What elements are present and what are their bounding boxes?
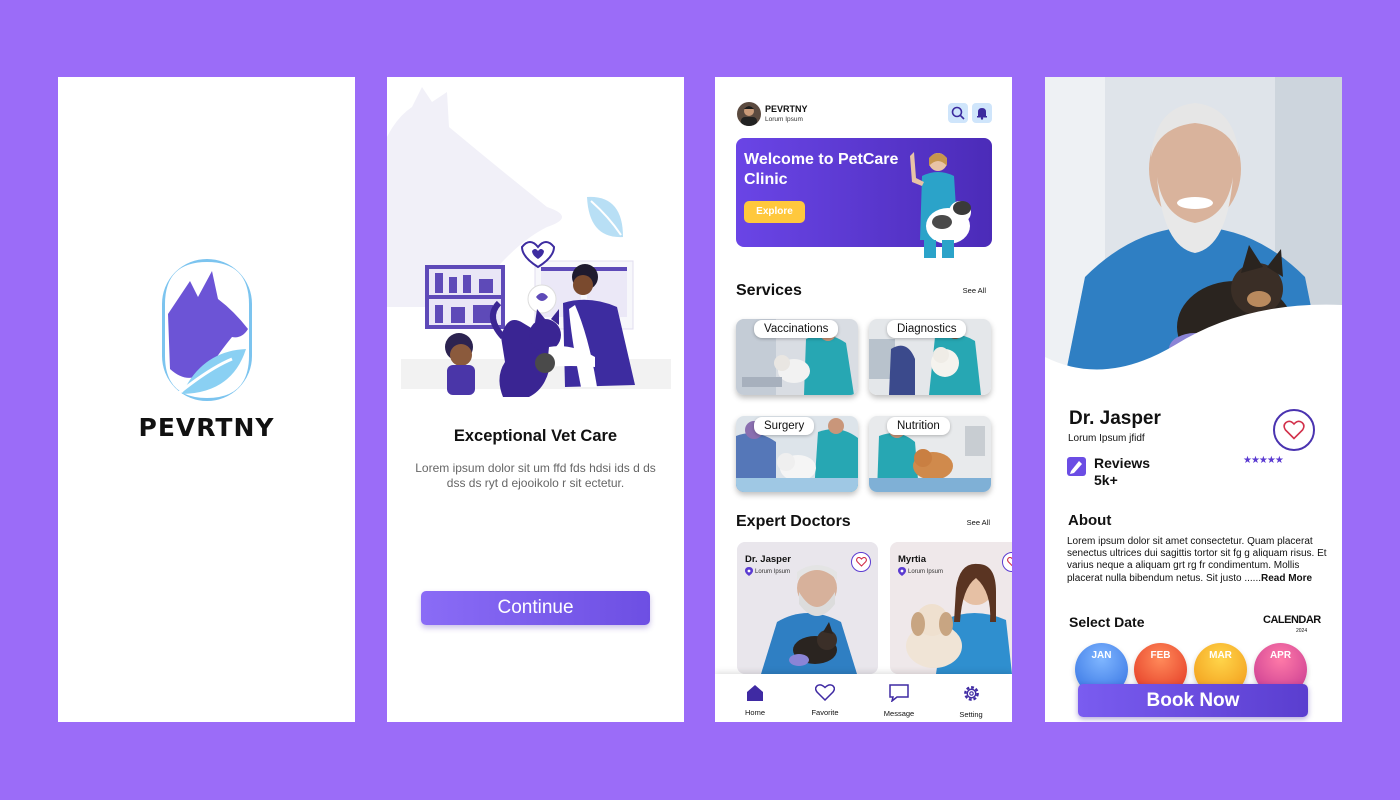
- continue-button[interactable]: Continue: [421, 591, 650, 625]
- rating-stars: ★★★★★: [1243, 455, 1284, 466]
- about-title: About: [1068, 512, 1112, 529]
- favorite-button[interactable]: [1273, 409, 1315, 451]
- search-icon: [951, 106, 965, 120]
- pet-logo-icon: [162, 259, 252, 401]
- vet-illustration: [401, 241, 671, 397]
- nav-item-message[interactable]: Message: [869, 684, 929, 718]
- nav-label: Message: [883, 709, 915, 718]
- app-subtitle: Lorum Ipsum: [765, 116, 803, 123]
- onboarding-title: Exceptional Vet Care: [453, 427, 618, 445]
- service-label: Surgery: [754, 417, 815, 435]
- doctor-name: Dr. Jasper: [1069, 408, 1161, 429]
- onboarding-text: Lorem ipsum dolor sit um ffd fds hdsi id…: [415, 461, 656, 490]
- service-card-diagnostics[interactable]: Diagnostics: [869, 319, 991, 395]
- explore-button[interactable]: Explore: [744, 201, 805, 223]
- expert-doctors-title: Expert Doctors: [736, 513, 851, 530]
- avatar[interactable]: [737, 102, 761, 126]
- doctor-hero-photo: [1045, 77, 1342, 377]
- nav-label: Setting: [959, 710, 983, 719]
- home-screen: PEVRTNY Lorum Ipsum Welcome to PetCare C…: [715, 77, 1012, 722]
- doctor-card-myrtia[interactable]: Myrtia Lorum Ipsum: [890, 542, 1012, 674]
- service-card-surgery[interactable]: Surgery: [736, 416, 858, 492]
- doctor-location: Lorum Ipsum: [745, 567, 790, 576]
- reviews-count: 5k+: [1094, 472, 1118, 488]
- nav-label: Favorite: [811, 708, 839, 717]
- heart-icon: [855, 557, 867, 567]
- search-button[interactable]: [948, 103, 968, 123]
- service-label: Nutrition: [887, 417, 950, 435]
- calendar-title: CALENDAR: [1263, 614, 1321, 626]
- select-date-title: Select Date: [1069, 614, 1145, 630]
- doctor-card-jasper[interactable]: Dr. Jasper Lorum Ipsum: [737, 542, 878, 674]
- doctor-name: Myrtia: [898, 554, 926, 565]
- heart-icon: [1283, 420, 1305, 440]
- gear-icon: [963, 686, 979, 701]
- doctor-location-text: Lorum Ipsum: [755, 568, 791, 575]
- brand-name: PEVRTNY: [138, 413, 275, 442]
- splash-screen: PEVRTNY: [58, 77, 355, 722]
- favorite-button[interactable]: [851, 552, 871, 572]
- service-card-vaccinations[interactable]: Vaccinations: [736, 319, 858, 395]
- nav-item-home[interactable]: Home: [725, 684, 785, 717]
- home-icon: [747, 685, 763, 701]
- services-title: Services: [736, 282, 802, 299]
- message-icon: [889, 684, 909, 703]
- doctor-detail-screen: Dr. Jasper Lorum Ipsum jfidf Reviews 5k+…: [1045, 77, 1342, 722]
- doctor-subtitle: Lorum Ipsum jfidf: [1068, 433, 1145, 444]
- service-label: Vaccinations: [754, 320, 839, 338]
- doctors-see-all-link[interactable]: See All: [967, 518, 990, 527]
- doctor-location-text: Lorum Ipsum: [908, 568, 944, 575]
- about-text: Lorem ipsum dolor sit amet consectetur. …: [1067, 536, 1333, 585]
- banner-title: Welcome to PetCare Clinic: [744, 151, 899, 188]
- doctor-location: Lorum Ipsum: [898, 567, 943, 576]
- services-see-all-link[interactable]: See All: [963, 286, 986, 295]
- heart-icon: [1006, 557, 1012, 567]
- location-pin-icon: [898, 567, 906, 576]
- app-name: PEVRTNY: [765, 104, 808, 114]
- welcome-banner: Welcome to PetCare Clinic Explore: [736, 138, 992, 258]
- heart-icon: [814, 684, 836, 702]
- nav-item-favorite[interactable]: Favorite: [795, 684, 855, 717]
- read-more-link[interactable]: Read More: [1261, 573, 1312, 584]
- nav-label: Home: [744, 708, 765, 717]
- notification-button[interactable]: [972, 103, 992, 123]
- nav-item-setting[interactable]: Setting: [941, 684, 1001, 719]
- bottom-navigation: Home Favorite Message Setting: [715, 674, 1012, 722]
- vet-with-dog-image: [910, 152, 971, 258]
- doctor-name: Dr. Jasper: [745, 554, 791, 565]
- calendar-year: 2024: [1296, 628, 1308, 634]
- service-label: Diagnostics: [887, 320, 967, 338]
- bell-icon: [977, 108, 987, 120]
- reviews-label: Reviews: [1094, 455, 1151, 471]
- onboarding-screen: Exceptional Vet Care Lorem ipsum dolor s…: [387, 77, 684, 722]
- review-pen-icon: [1067, 457, 1086, 476]
- service-card-nutrition[interactable]: Nutrition: [869, 416, 991, 492]
- location-pin-icon: [745, 567, 753, 576]
- book-now-button[interactable]: Book Now: [1078, 684, 1308, 717]
